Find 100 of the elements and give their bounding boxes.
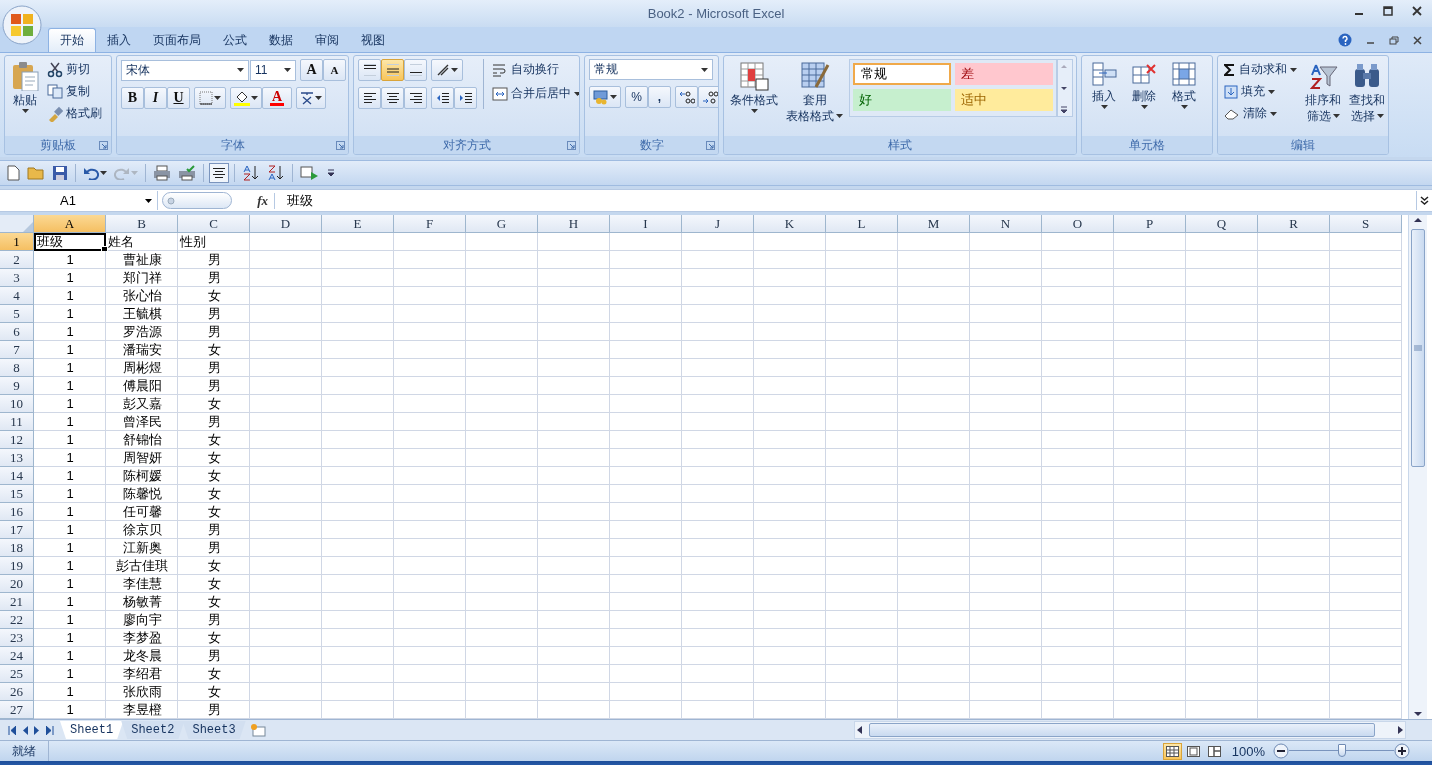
clipboard-command[interactable]: 剪切 — [45, 59, 104, 80]
cell-style[interactable]: 常规 — [853, 63, 951, 85]
borders-button[interactable] — [194, 87, 226, 109]
cell-style[interactable]: 适中 — [955, 89, 1053, 111]
column-header[interactable]: C — [178, 215, 250, 233]
row-header[interactable]: 23 — [0, 629, 34, 647]
editing-command[interactable]: 填充 — [1222, 81, 1299, 102]
paste-button[interactable]: 粘贴 — [9, 59, 41, 133]
slider-thumb[interactable] — [1337, 744, 1346, 757]
dialog-launcher-icon[interactable] — [706, 141, 715, 150]
row-header[interactable]: 3 — [0, 269, 34, 287]
print-preview-button[interactable] — [176, 163, 198, 183]
increase-decimal-button[interactable] — [675, 86, 698, 108]
fill-color-button[interactable] — [230, 87, 262, 109]
row-header[interactable]: 7 — [0, 341, 34, 359]
fill-handle[interactable] — [101, 246, 108, 251]
clipboard-command[interactable]: 复制 — [45, 81, 104, 102]
last-sheet-icon[interactable] — [46, 725, 54, 735]
sheet-tab[interactable]: Sheet2 — [121, 721, 185, 739]
zoom-slider[interactable] — [1289, 743, 1394, 759]
sort-filter-button[interactable]: 排序和 筛选 — [1303, 59, 1343, 133]
column-header[interactable]: Q — [1186, 215, 1258, 233]
cell-command-button[interactable]: 格式 — [1166, 59, 1202, 133]
percent-button[interactable]: % — [625, 86, 648, 108]
center-button[interactable] — [209, 163, 229, 183]
dialog-launcher-icon[interactable] — [336, 141, 345, 150]
row-header[interactable]: 17 — [0, 521, 34, 539]
column-header[interactable]: O — [1042, 215, 1114, 233]
clipboard-command[interactable]: 格式刷 — [45, 103, 104, 124]
view-button[interactable] — [1162, 742, 1182, 760]
column-header[interactable]: M — [898, 215, 970, 233]
column-header[interactable]: P — [1114, 215, 1186, 233]
font-name-field[interactable]: 宋体 — [121, 59, 249, 81]
row-header[interactable]: 24 — [0, 647, 34, 665]
row-header[interactable]: 16 — [0, 503, 34, 521]
column-header[interactable]: G — [466, 215, 538, 233]
row-header[interactable]: 12 — [0, 431, 34, 449]
font-color-button[interactable]: A — [262, 87, 292, 109]
maximize-icon[interactable] — [1383, 6, 1393, 16]
currency-button[interactable] — [589, 86, 621, 108]
column-header[interactable]: N — [970, 215, 1042, 233]
column-header[interactable]: A — [34, 215, 106, 233]
zoom-out-icon[interactable] — [1273, 743, 1289, 759]
vertical-align-button[interactable] — [358, 59, 381, 81]
column-header[interactable]: S — [1330, 215, 1402, 233]
row-header[interactable]: 21 — [0, 593, 34, 611]
align-center-button[interactable] — [381, 87, 404, 109]
row-header[interactable]: 14 — [0, 467, 34, 485]
row-header[interactable]: 4 — [0, 287, 34, 305]
close-icon[interactable] — [1412, 6, 1422, 16]
font-style-button[interactable]: B — [121, 87, 144, 109]
help-icon[interactable] — [1338, 33, 1352, 47]
column-header[interactable]: B — [106, 215, 178, 233]
row-header[interactable]: 26 — [0, 683, 34, 701]
restore-icon[interactable] — [1389, 35, 1399, 45]
ribbon-tab[interactable]: 视图 — [350, 29, 396, 52]
row-header[interactable]: 19 — [0, 557, 34, 575]
font-size-field[interactable]: 11 — [250, 59, 296, 81]
vertical-align-button[interactable] — [404, 59, 427, 81]
shrink-font-button[interactable]: A — [323, 59, 346, 81]
ribbon-tab[interactable]: 插入 — [96, 29, 142, 52]
decrease-indent-button[interactable] — [431, 87, 454, 109]
save-button[interactable] — [50, 163, 70, 183]
increase-indent-button[interactable] — [454, 87, 477, 109]
orientation-button[interactable] — [431, 59, 463, 81]
print-button[interactable] — [151, 163, 173, 183]
align-left-button[interactable] — [358, 87, 381, 109]
align-right-button[interactable] — [404, 87, 427, 109]
row-header[interactable]: 20 — [0, 575, 34, 593]
cell-command-button[interactable]: 插入 — [1086, 59, 1122, 133]
name-box[interactable]: A1 — [0, 191, 158, 210]
ribbon-tab[interactable]: 审阅 — [304, 29, 350, 52]
row-header[interactable]: 2 — [0, 251, 34, 269]
column-header[interactable]: L — [826, 215, 898, 233]
row-header[interactable]: 10 — [0, 395, 34, 413]
previous-sheet-icon[interactable] — [22, 725, 28, 735]
font-style-button[interactable]: I — [144, 87, 167, 109]
ribbon-tab[interactable]: 数据 — [258, 29, 304, 52]
gallery-scrollbar[interactable] — [1057, 59, 1073, 117]
row-header[interactable]: 22 — [0, 611, 34, 629]
column-header[interactable]: J — [682, 215, 754, 233]
more-icon[interactable] — [1058, 104, 1070, 116]
column-header[interactable]: E — [322, 215, 394, 233]
conditional-format-button[interactable]: 条件格式 — [728, 59, 780, 133]
font-style-button[interactable]: U — [167, 87, 190, 109]
phonetic-button[interactable] — [296, 87, 326, 109]
formula-field[interactable]: 班级 — [275, 191, 1416, 210]
new-button[interactable] — [4, 163, 22, 183]
cell-command-button[interactable]: 删除 — [1126, 59, 1162, 133]
row-header[interactable]: 8 — [0, 359, 34, 377]
merge-center-button[interactable]: 合并后居中 — [490, 83, 579, 104]
comma-button[interactable]: , — [648, 86, 671, 108]
first-sheet-icon[interactable] — [8, 725, 16, 735]
cell-style[interactable]: 好 — [853, 89, 951, 111]
row-header[interactable]: 15 — [0, 485, 34, 503]
row-header[interactable]: 6 — [0, 323, 34, 341]
row-header[interactable]: 5 — [0, 305, 34, 323]
row-header[interactable]: 25 — [0, 665, 34, 683]
editing-command[interactable]: 自动求和 — [1222, 59, 1299, 80]
number-format-field[interactable]: 常规 — [589, 59, 713, 80]
